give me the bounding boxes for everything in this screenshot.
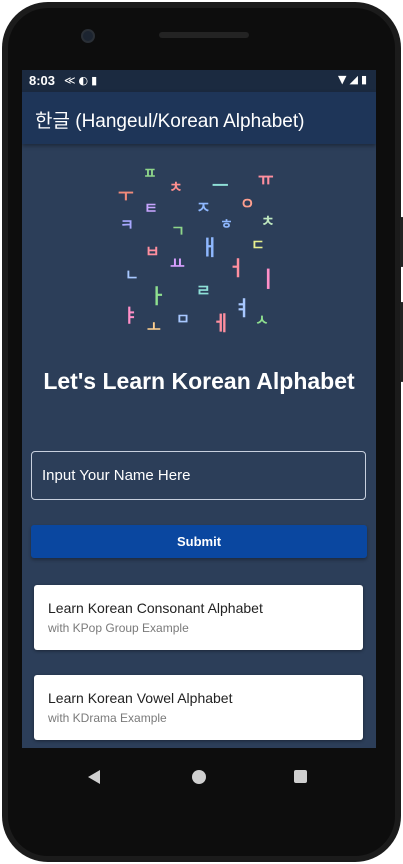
recent-apps-icon[interactable] (294, 770, 307, 783)
back-icon[interactable] (88, 770, 100, 784)
flutter-icon: ≪ (64, 74, 79, 87)
home-icon[interactable] (192, 770, 206, 784)
card-title: Learn Korean Consonant Alphabet (48, 600, 263, 616)
hangeul-letter: ㅑ (122, 306, 139, 327)
cellular-signal-icon: ◢ (349, 73, 361, 86)
data-saver-icon: ◐ (78, 74, 92, 87)
app-bar: 한글 (Hangeul/Korean Alphabet) (22, 92, 376, 144)
hangeul-letter: ㅛ (170, 254, 185, 273)
hangeul-letter: ㅡ (212, 176, 229, 197)
hangeul-illustration: ㅍ ㅜ ㅊ ㅡ ㅠ ㅌ ㅈ ㅇ ㅋ ㄱ ㅎ ㅊ ㅂ ㅛ ㅐ ㄷ ㄴ ㅓ ㅣ ㅏ … (22, 158, 376, 348)
hangeul-letter: ㄷ (251, 236, 265, 254)
hangeul-letter: ㅊ (261, 212, 275, 230)
hangeul-letter: ㅠ (258, 170, 274, 190)
hangeul-letter: ㅋ (120, 216, 134, 234)
status-left-icons: ≪◐▮ (64, 74, 100, 87)
submit-button[interactable]: Submit (31, 525, 367, 558)
hangeul-letter: ㅐ (200, 236, 220, 260)
card-subtitle: with KPop Group Example (48, 621, 189, 635)
hangeul-letter: ㅏ (148, 284, 167, 308)
hangeul-letter: ㅅ (255, 311, 269, 329)
vowel-card[interactable]: Learn Korean Vowel Alphabet with KDrama … (34, 675, 363, 740)
hangeul-letter: ㅎ (220, 217, 233, 233)
hangeul-letter: ㅗ (147, 318, 161, 336)
hangeul-letter: ㅁ (176, 310, 190, 328)
name-input[interactable] (31, 451, 366, 500)
status-time: 8:03 (29, 73, 56, 88)
hangeul-letter: ㅔ (212, 311, 231, 335)
consonant-card[interactable]: Learn Korean Consonant Alphabet with KPo… (34, 585, 363, 650)
status-bar: 8:03 ≪◐▮ ▼◢▮ (22, 70, 376, 92)
app-screen: 8:03 ≪◐▮ ▼◢▮ 한글 (Hangeul/Korean Alphabet… (22, 70, 376, 808)
hangeul-letter: ㅇ (240, 194, 255, 213)
hangeul-letter: ㅕ (233, 296, 252, 320)
hangeul-letter: ㅣ (258, 268, 279, 293)
hangeul-letter: ㄴ (125, 266, 139, 284)
hangeul-letter: ㅈ (196, 198, 211, 217)
front-camera-icon (81, 29, 95, 43)
hangeul-letter: ㅊ (169, 178, 183, 196)
hangeul-letter: ㅜ (118, 186, 134, 206)
wifi-icon: ▼ (338, 73, 350, 86)
hangeul-letter: ㄹ (196, 281, 211, 300)
hangeul-letter: ㅌ (144, 199, 158, 217)
system-nav-bar (22, 748, 376, 808)
battery-icon: ▮ (360, 73, 370, 86)
app-title: 한글 (Hangeul/Korean Alphabet) (35, 111, 305, 132)
earpiece-speaker (159, 32, 249, 38)
hangeul-letter: ㄱ (171, 222, 185, 240)
hangeul-letter: ㅂ (145, 242, 160, 261)
page-title: Let's Learn Korean Alphabet (43, 368, 355, 394)
status-right-icons: ▼◢▮ (338, 73, 370, 86)
card-title: Learn Korean Vowel Alphabet (48, 690, 233, 706)
sd-card-icon: ▮ (91, 74, 101, 87)
hangeul-letter: ㅍ (143, 164, 157, 182)
hangeul-letter: ㅓ (227, 256, 246, 280)
card-subtitle: with KDrama Example (48, 711, 167, 725)
